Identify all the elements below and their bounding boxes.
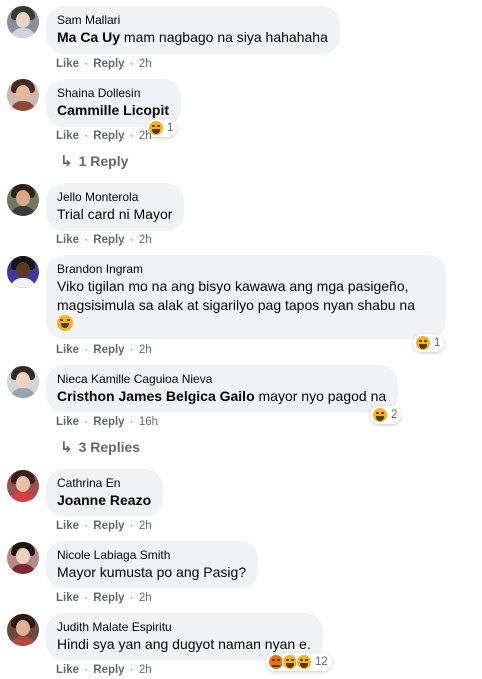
reaction-summary[interactable]: 1 [413, 334, 445, 352]
timestamp[interactable]: 2h [139, 130, 152, 142]
comment-text: mam nagbago na siya hahahaha [120, 29, 328, 45]
timestamp[interactable]: 2h [139, 592, 152, 604]
comment-actions: Like · Reply · 2h [56, 58, 152, 70]
author-name[interactable]: Brandon Ingram [57, 262, 434, 277]
like-button[interactable]: Like [56, 520, 79, 532]
comment-actions: Like · Reply · 2h [56, 344, 152, 356]
reaction-summary[interactable]: 12 [266, 653, 332, 671]
comment-text: Trial card ni Mayor [57, 206, 173, 222]
laughing-reaction-icon [296, 654, 312, 670]
mentioned-user[interactable]: Ma Ca Uy [57, 29, 120, 45]
avatar[interactable] [7, 366, 39, 398]
replies-count: 1 Reply [78, 153, 129, 169]
comment-text-line: magsisimula sa alak at sigarilyo pag tap… [57, 297, 415, 313]
reaction-count: 12 [315, 656, 328, 668]
author-name[interactable]: Nicole Labiaga Smith [57, 548, 246, 563]
comment-actions: Like · Reply · 2h [56, 520, 152, 532]
like-button[interactable]: Like [56, 416, 79, 428]
comment-bubble: Nieca Kamille Caguioa Nieva Cristhon Jam… [46, 365, 399, 413]
view-replies-link[interactable]: ↳ 3 Replies [60, 438, 140, 456]
avatar[interactable] [7, 614, 39, 646]
view-replies-link[interactable]: ↳ 1 Reply [60, 152, 128, 170]
timestamp[interactable]: 2h [139, 58, 152, 70]
comment-text: Hindi sya yan ang dugyot naman nyan e. [57, 636, 311, 652]
laughing-emoji-icon [57, 315, 73, 331]
reply-button[interactable]: Reply [93, 234, 124, 246]
timestamp[interactable]: 2h [139, 234, 152, 246]
like-button[interactable]: Like [56, 234, 79, 246]
avatar[interactable] [7, 184, 39, 216]
avatar[interactable] [7, 256, 39, 288]
comment-bubble: Jello Monterola Trial card ni Mayor [46, 183, 185, 231]
reaction-summary[interactable]: 2 [370, 406, 402, 424]
reaction-count: 1 [167, 122, 174, 134]
like-button[interactable]: Like [56, 664, 79, 676]
author-name[interactable]: Shaina Dollesin [57, 86, 169, 101]
timestamp[interactable]: 2h [139, 520, 152, 532]
reaction-count: 1 [434, 337, 441, 349]
reply-button[interactable]: Reply [93, 416, 124, 428]
mentioned-user[interactable]: Joanne Reazo [57, 492, 151, 508]
replies-count: 3 Replies [78, 439, 141, 455]
author-name[interactable]: Sam Mallari [57, 13, 328, 28]
like-button[interactable]: Like [56, 344, 79, 356]
author-name[interactable]: Jello Monterola [57, 190, 172, 205]
timestamp[interactable]: 2h [139, 664, 152, 676]
reply-arrow-icon: ↳ [60, 153, 73, 170]
comment-actions: Like · Reply · 16h [56, 416, 159, 428]
author-name[interactable]: Nieca Kamille Caguioa Nieva [57, 372, 386, 387]
reply-button[interactable]: Reply [93, 344, 124, 356]
comment-actions: Like · Reply · 2h [56, 234, 152, 246]
comment-actions: Like · Reply · 2h [56, 664, 152, 676]
avatar[interactable] [7, 542, 39, 574]
avatar[interactable] [7, 79, 39, 111]
reply-button[interactable]: Reply [93, 592, 124, 604]
comment-bubble: Brandon Ingram Viko tigilan mo na ang bi… [46, 255, 446, 339]
author-name[interactable]: Cathrina En [57, 476, 151, 491]
like-button[interactable]: Like [56, 592, 79, 604]
comment-actions: Like · Reply · 2h [56, 130, 152, 142]
comment-actions: Like · Reply · 2h [56, 592, 152, 604]
mentioned-user[interactable]: Cammille Licopit [57, 102, 169, 118]
comment-bubble: Nicole Labiaga Smith Mayor kumusta po an… [46, 541, 259, 589]
reply-button[interactable]: Reply [93, 58, 124, 70]
author-name[interactable]: Judith Malate Espiritu [57, 620, 311, 635]
avatar[interactable] [7, 470, 39, 502]
timestamp[interactable]: 16h [139, 416, 158, 428]
comment-text-line: Viko tigilan mo na ang bisyo kawawa ang … [57, 278, 409, 294]
reply-arrow-icon: ↳ [60, 439, 73, 456]
reaction-count: 2 [391, 409, 398, 421]
comment-bubble: Sam Mallari Ma Ca Uy mam nagbago na siya… [46, 6, 340, 54]
reply-button[interactable]: Reply [93, 664, 124, 676]
like-button[interactable]: Like [56, 130, 79, 142]
haha-reaction-icon [372, 407, 388, 423]
haha-reaction-icon [415, 335, 431, 351]
comment-bubble: Cathrina En Joanne Reazo [46, 469, 164, 517]
reply-button[interactable]: Reply [93, 130, 124, 142]
comment-text: mayor nyo pagod na [254, 388, 387, 404]
comment-text: Mayor kumusta po ang Pasig? [57, 564, 247, 580]
mentioned-user[interactable]: Cristhon James Belgica Gailo [57, 388, 255, 404]
avatar[interactable] [7, 6, 39, 38]
reply-button[interactable]: Reply [93, 520, 124, 532]
timestamp[interactable]: 2h [139, 344, 152, 356]
like-button[interactable]: Like [56, 58, 79, 70]
